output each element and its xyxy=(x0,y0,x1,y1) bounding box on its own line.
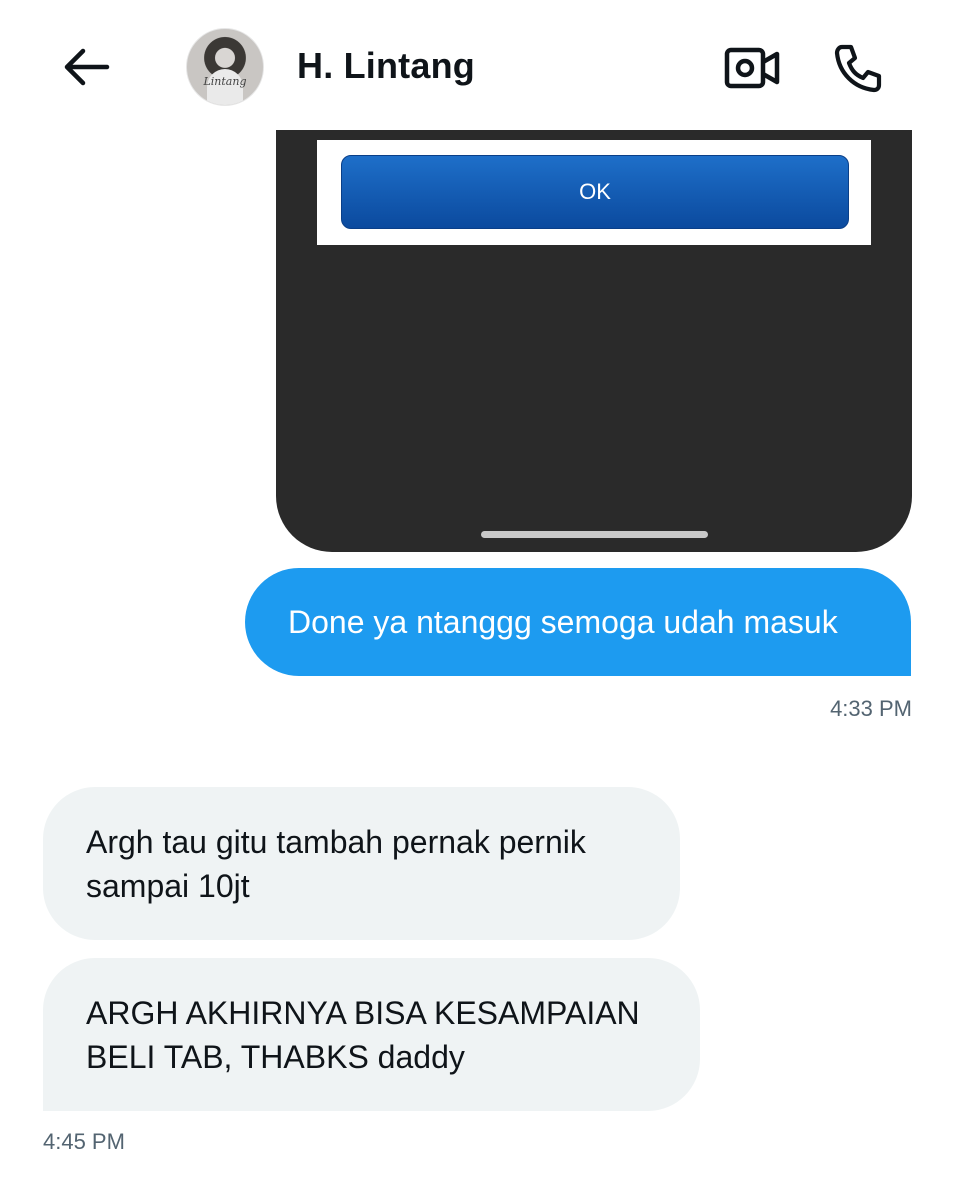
received-message-bubble[interactable]: Argh tau gitu tambah pernak pernik sampa… xyxy=(43,787,680,940)
screenshot-dialog: OK xyxy=(317,140,871,245)
video-call-button[interactable] xyxy=(720,36,784,100)
message-timestamp: 4:33 PM xyxy=(830,696,912,721)
conversation-header: Lintang H. Lintang xyxy=(0,0,954,130)
screenshot-ok-button: OK xyxy=(341,155,849,229)
sent-message-bubble[interactable]: Done ya ntanggg semoga udah masuk xyxy=(245,568,911,676)
phone-icon xyxy=(834,44,882,93)
message-text: Argh tau gitu tambah pernak pernik sampa… xyxy=(86,823,586,904)
avatar[interactable]: Lintang xyxy=(186,28,264,106)
message-timestamp: 4:45 PM xyxy=(43,1129,125,1154)
video-camera-icon xyxy=(724,47,780,89)
image-attachment[interactable]: OK xyxy=(276,130,912,552)
message-text: ARGH AKHIRNYA BISA KESAMPAIAN BELI TAB, … xyxy=(86,994,640,1075)
received-message-bubble[interactable]: ARGH AKHIRNYA BISA KESAMPAIAN BELI TAB, … xyxy=(43,958,700,1111)
voice-call-button[interactable] xyxy=(826,36,890,100)
back-button[interactable] xyxy=(56,40,116,94)
arrow-left-icon xyxy=(64,48,110,86)
avatar-logo-text: Lintang xyxy=(203,75,247,88)
screenshot-home-indicator xyxy=(481,531,708,538)
conversation-title[interactable]: H. Lintang xyxy=(297,45,475,87)
